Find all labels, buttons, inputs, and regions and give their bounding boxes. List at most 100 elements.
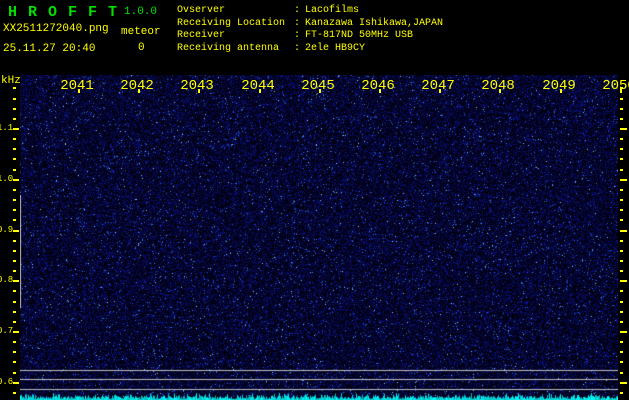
freq-tick-right	[620, 219, 623, 221]
time-tick-label: 2046	[358, 79, 398, 93]
freq-tick-left	[13, 108, 16, 110]
freq-tick-left	[13, 301, 16, 303]
freq-tick-right	[620, 260, 623, 262]
hrofft-window: H R O F F T 1.0.0 XX2511272040.png meteo…	[0, 0, 629, 400]
station-info-row: Receiving Location: Kanazawa Ishikawa,JAP…	[177, 18, 443, 31]
freq-tick-label: 1.1	[0, 124, 13, 133]
time-tick-label: 2050	[599, 79, 629, 93]
freq-tick-label: 0.7	[0, 327, 13, 336]
freq-tick-left	[13, 230, 19, 232]
freq-tick-left	[13, 260, 16, 262]
freq-tick-right	[620, 290, 623, 292]
station-info-value: 2ele HB9CY	[305, 43, 365, 54]
freq-tick-right	[620, 351, 623, 353]
freq-tick-left	[13, 240, 16, 242]
freq-tick-right	[620, 108, 623, 110]
freq-tick-right	[620, 199, 623, 201]
station-info-row: Ovserver: Lacofilms	[177, 5, 443, 18]
freq-tick-label: 0.9	[0, 226, 13, 235]
time-tick-label: 2045	[298, 79, 338, 93]
freq-tick-right	[620, 138, 623, 140]
freq-tick-left	[13, 270, 16, 272]
meteor-counter-label: meteor	[121, 26, 161, 38]
freq-tick-left	[13, 331, 19, 333]
time-tick-label: 2042	[117, 79, 157, 93]
freq-tick-right	[620, 392, 623, 394]
freq-tick-left	[13, 98, 16, 100]
station-info-row: Receiving antenna:2ele HB9CY	[177, 43, 443, 56]
frequency-axis-unit-label: kHz	[1, 76, 21, 87]
freq-tick-right	[620, 128, 627, 130]
freq-tick-left	[13, 128, 19, 130]
meteor-counter-value: 0	[138, 42, 145, 54]
station-info-value: Lacofilms	[305, 5, 359, 16]
station-info-label: Receiving antenna	[177, 43, 294, 56]
freq-tick-left	[13, 341, 16, 343]
freq-tick-left	[13, 179, 19, 181]
freq-tick-right	[620, 270, 623, 272]
freq-tick-label: 0.8	[0, 276, 13, 285]
freq-tick-right	[620, 321, 623, 323]
freq-tick-left	[13, 169, 16, 171]
freq-tick-left	[13, 372, 16, 374]
freq-tick-left	[13, 321, 16, 323]
freq-tick-left	[13, 209, 16, 211]
freq-tick-left	[13, 148, 16, 150]
freq-tick-right	[620, 341, 623, 343]
time-tick-label: 2048	[478, 79, 518, 93]
freq-tick-left	[13, 311, 16, 313]
freq-tick-left	[13, 382, 19, 384]
freq-tick-left	[13, 361, 16, 363]
freq-tick-right	[620, 240, 623, 242]
station-info-value: Kanazawa Ishikawa,JAPAN	[305, 18, 443, 29]
time-tick-label: 2043	[177, 79, 217, 93]
freq-tick-right	[620, 301, 623, 303]
freq-tick-right	[620, 179, 627, 181]
freq-tick-right	[620, 230, 627, 232]
freq-tick-right	[620, 331, 627, 333]
freq-tick-right	[620, 148, 623, 150]
freq-tick-left	[13, 189, 16, 191]
record-datetime: 25.11.27 20:40	[3, 43, 95, 55]
time-tick-label: 2047	[418, 79, 458, 93]
station-info-colon: :	[294, 30, 305, 43]
station-info-colon: :	[294, 5, 305, 18]
freq-tick-right	[620, 361, 623, 363]
station-info-row: Receiver: FT-817ND 50MHz USB	[177, 30, 443, 43]
station-info-block: Ovserver: Lacofilms Receiving Location: Kan…	[177, 5, 443, 55]
freq-tick-left	[13, 199, 16, 201]
time-tick-label: 2041	[57, 79, 97, 93]
freq-tick-left	[13, 280, 19, 282]
time-tick-label: 2049	[539, 79, 579, 93]
freq-tick-right	[620, 209, 623, 211]
freq-tick-label: 0.6	[0, 378, 13, 387]
spectrogram-canvas	[20, 75, 618, 400]
freq-tick-left	[13, 138, 16, 140]
freq-tick-right	[620, 158, 623, 160]
station-info-label: Ovserver	[177, 5, 294, 18]
freq-tick-label: 1.0	[0, 175, 13, 184]
freq-tick-right	[620, 382, 627, 384]
app-title: H R O F F T	[8, 4, 118, 21]
freq-tick-right	[620, 311, 623, 313]
freq-tick-right	[620, 169, 623, 171]
station-info-label: Receiver	[177, 30, 294, 43]
freq-tick-right	[620, 372, 623, 374]
time-tick-label: 2044	[238, 79, 278, 93]
freq-tick-right	[620, 98, 623, 100]
freq-tick-right	[620, 250, 623, 252]
freq-tick-left	[13, 351, 16, 353]
freq-tick-left	[13, 118, 16, 120]
freq-tick-left	[13, 158, 16, 160]
freq-tick-left	[13, 250, 16, 252]
station-info-colon: :	[294, 43, 305, 56]
freq-tick-left	[13, 392, 16, 394]
freq-tick-right	[620, 280, 627, 282]
station-info-label: Receiving Location	[177, 18, 294, 31]
station-info-value: FT-817ND 50MHz USB	[305, 30, 413, 41]
freq-tick-left	[13, 219, 16, 221]
output-filename: XX2511272040.png	[3, 23, 109, 35]
app-version: 1.0.0	[124, 6, 157, 18]
station-info-colon: :	[294, 18, 305, 31]
freq-tick-right	[620, 118, 623, 120]
